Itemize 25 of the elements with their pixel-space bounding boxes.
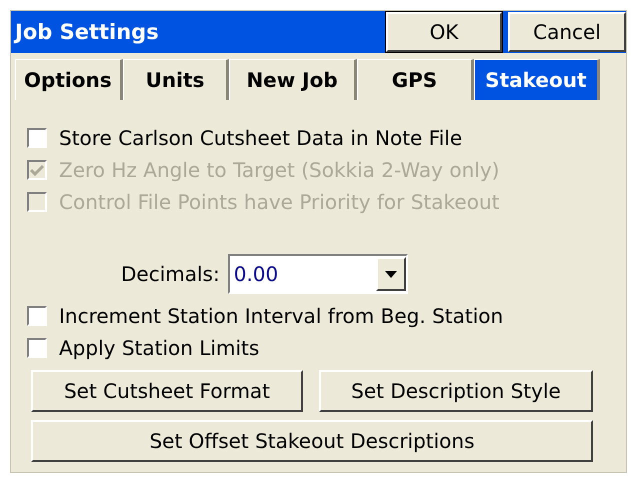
action-button[interactable]: Set Description Style: [319, 370, 593, 412]
tab[interactable]: New Job: [229, 59, 357, 100]
tab[interactable]: Stakeout: [474, 59, 600, 100]
cancel-button[interactable]: Cancel: [508, 12, 626, 52]
checkbox-label: Store Carlson Cutsheet Data in Note File: [59, 126, 462, 150]
checkbox-label: Control File Points have Priority for Stakeout: [59, 190, 500, 214]
checkbox[interactable]: [27, 128, 47, 148]
checkbox[interactable]: [27, 306, 47, 326]
dropdown-arrow-button[interactable]: [376, 257, 406, 291]
decimals-dropdown[interactable]: 0.00: [228, 254, 408, 294]
tab[interactable]: GPS: [356, 59, 474, 100]
tab[interactable]: Options: [15, 59, 123, 100]
checkbox-label: Zero Hz Angle to Target (Sokkia 2-Way only): [59, 158, 500, 182]
checkbox-label: Increment Station Interval from Beg. Station: [59, 304, 504, 328]
checkbox[interactable]: [27, 338, 47, 358]
tab[interactable]: Units: [122, 59, 230, 100]
decimals-label: Decimals:: [121, 262, 220, 286]
ok-button[interactable]: OK: [386, 12, 502, 52]
action-button[interactable]: Set Offset Stakeout Descriptions: [31, 420, 593, 462]
checkmark-icon: [30, 164, 44, 176]
dropdown-value: 0.00: [232, 262, 280, 286]
action-button[interactable]: Set Cutsheet Format: [31, 370, 303, 412]
caret-icon: [384, 270, 397, 278]
window-title: Job Settings: [15, 20, 160, 44]
checkbox-label: Apply Station Limits: [59, 336, 260, 360]
